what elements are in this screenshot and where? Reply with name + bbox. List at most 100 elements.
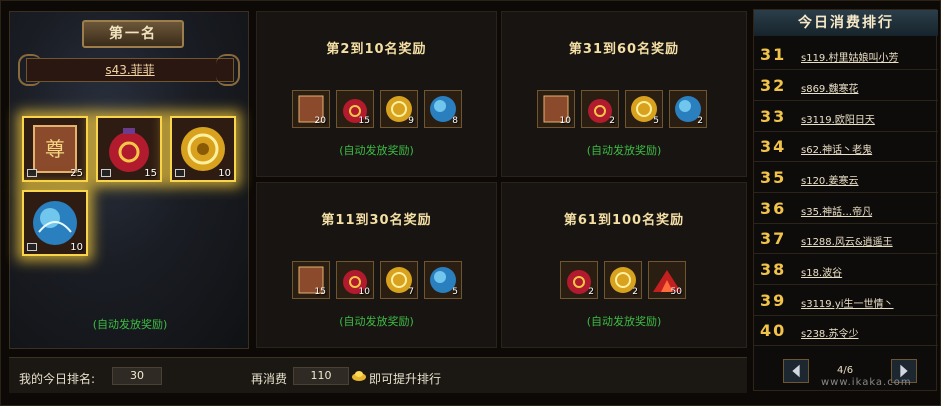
bind-box [175,169,185,177]
ranking-number: 36 [760,199,787,218]
item-count: 2 [609,116,615,126]
ranking-row[interactable]: 31 s119.村里姑娘叫小芳 [754,40,938,70]
ranking-row[interactable]: 37 s1288.风云&逍遥王 [754,224,938,254]
auto-send-note: (自动发放奖励) [586,315,662,328]
auto-send-note: (自动发放奖励) [586,144,662,157]
item-count: 10 [218,168,231,179]
ranking-row[interactable]: 32 s869.魏寒花 [754,71,938,101]
ranking-row[interactable]: 39 s3119.yi生一世情丶 [754,286,938,316]
bind-box [101,169,111,177]
ranking-player[interactable]: s238.苏令少 [801,325,858,340]
ranking-title: 今日消费排行 [754,10,938,36]
token-card-icon[interactable]: 20 [292,90,330,128]
reward-items: 20 15 9 8 [292,90,472,130]
item-count: 5 [452,287,458,297]
item-count: 25 [70,168,83,179]
item-count: 9 [408,116,414,126]
item-count: 2 [697,116,703,126]
red-mountain-icon[interactable]: 50 [648,261,686,299]
gold-coin-icon[interactable]: 9 [380,90,418,128]
red-bag-icon[interactable]: 10 [336,261,374,299]
first-place-panel: 第一名 s43.菲菲 尊 25 15 10 10 (自动发放奖励) [9,11,249,349]
item-count: 2 [588,287,594,297]
reward-items: 2 2 50 [560,261,696,301]
gold-coin-icon[interactable]: 10 [170,116,236,182]
item-count: 15 [358,116,370,126]
ornament-right [216,54,240,86]
ranking-number: 38 [760,260,787,279]
red-bag-icon[interactable]: 15 [336,90,374,128]
reward-panel-61-100: 第61到100名奖励 2 2 50 (自动发放奖励) [501,182,747,348]
reward-panel-31-60: 第31到60名奖励 10 2 5 2 (自动发放奖励) [501,11,747,177]
gold-coin-icon[interactable]: 2 [604,261,642,299]
ranking-player[interactable]: s3119.yi生一世情丶 [801,295,894,310]
red-bag-icon[interactable]: 2 [581,90,619,128]
ranking-row[interactable]: 33 s3119.欧阳日天 [754,102,938,132]
ranking-player[interactable]: s18.波谷 [801,264,842,279]
item-count: 20 [314,116,326,126]
ranking-number: 40 [760,321,787,340]
left-arrow-icon [792,364,800,378]
ranking-player[interactable]: s62.神话丶老鬼 [801,141,872,156]
token-card-icon[interactable]: 尊 25 [22,116,88,182]
auto-send-note: (自动发放奖励) [339,144,414,157]
bind-box [27,169,37,177]
ranking-row[interactable]: 35 s120.姜寒云 [754,163,938,193]
item-count: 10 [358,287,370,297]
auto-send-note: (自动发放奖励) [92,318,168,331]
first-place-player[interactable]: s43.菲菲 [26,58,234,82]
game-window: 第一名 s43.菲菲 尊 25 15 10 10 (自动发放奖励) 第2到10名… [0,0,941,406]
ranking-player[interactable]: s35.神話…帝凡 [801,203,872,218]
blue-orb-icon[interactable]: 8 [424,90,462,128]
red-bag-icon[interactable]: 15 [96,116,162,182]
auto-send-note: (自动发放奖励) [339,315,414,328]
spend-label: 再消费 [251,372,288,386]
red-bag-icon[interactable]: 2 [560,261,598,299]
item-count: 15 [314,287,326,297]
reward-title: 第61到100名奖励 [563,213,685,228]
spend-value: 110 [293,367,349,385]
ranking-player[interactable]: s120.姜寒云 [801,172,858,187]
ranking-number: 33 [760,107,787,126]
promote-text: 即可提升排行 [369,372,442,386]
blue-orb-icon[interactable]: 5 [424,261,462,299]
svg-text:尊: 尊 [45,137,65,161]
gold-coin-icon[interactable]: 5 [625,90,663,128]
ranking-player[interactable]: s3119.欧阳日天 [801,111,875,126]
item-count: 8 [452,116,458,126]
ranking-player[interactable]: s869.魏寒花 [801,80,858,95]
reward-items: 10 2 5 2 [537,90,717,130]
ranking-number: 39 [760,291,787,310]
reward-panel-11-30: 第11到30名奖励 15 10 7 5 (自动发放奖励) [256,182,497,348]
reward-title: 第11到30名奖励 [321,213,432,228]
blue-orb-icon[interactable]: 2 [669,90,707,128]
item-count: 2 [632,287,638,297]
ranking-row[interactable]: 40 s238.苏令少 [754,316,938,346]
item-count: 5 [653,116,659,126]
item-count: 15 [144,168,157,179]
ranking-player[interactable]: s1288.风云&逍遥王 [801,233,893,248]
bottom-status-bar: 我的今日排名: 30 再消费 110 即可提升排行 [9,357,747,393]
item-count: 50 [670,287,682,297]
item-count: 7 [408,287,414,297]
gold-ingot-icon [351,367,367,383]
page-indicator: 4/6 [837,365,854,376]
item-count: 10 [559,116,571,126]
blue-orb-icon[interactable]: 10 [22,190,88,256]
ranking-number: 32 [760,76,787,95]
reward-items: 15 10 7 5 [292,261,472,301]
token-card-icon[interactable]: 15 [292,261,330,299]
ranking-number: 35 [760,168,787,187]
ranking-number: 37 [760,229,787,248]
gold-coin-icon[interactable]: 7 [380,261,418,299]
ranking-number: 34 [760,137,787,156]
bind-box [27,243,37,251]
first-place-title: 第一名 [82,20,184,48]
reward-title: 第2到10名奖励 [326,42,427,57]
ranking-row[interactable]: 36 s35.神話…帝凡 [754,194,938,224]
token-card-icon[interactable]: 10 [537,90,575,128]
previous-page-button[interactable] [783,359,809,383]
ranking-player[interactable]: s119.村里姑娘叫小芳 [801,49,898,64]
ranking-row[interactable]: 38 s18.波谷 [754,255,938,285]
ranking-row[interactable]: 34 s62.神话丶老鬼 [754,132,938,162]
